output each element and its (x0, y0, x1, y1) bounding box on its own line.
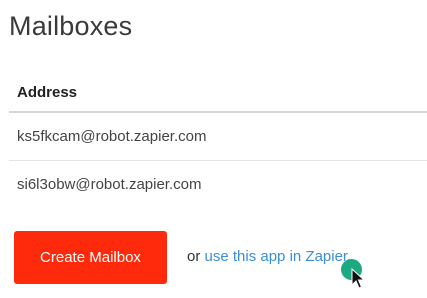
or-text: or (187, 248, 205, 265)
page-title: Mailboxes (9, 11, 133, 41)
create-mailbox-button[interactable]: Create Mailbox (14, 231, 167, 284)
mailbox-table: Address ks5fkcam@robot.zapier.com si6l3o… (9, 71, 427, 209)
mailbox-address: ks5fkcam@robot.zapier.com (17, 128, 207, 145)
use-app-in-zapier-link[interactable]: use this app in Zapier (205, 248, 348, 265)
table-row: ks5fkcam@robot.zapier.com (9, 113, 427, 161)
mailboxes-page: Mailboxes Address ks5fkcam@robot.zapier.… (0, 0, 427, 298)
mouse-pointer-icon (351, 268, 365, 289)
zapier-link-line: or use this app in Zapier. (187, 247, 351, 267)
table-header-address: Address (9, 71, 427, 113)
mailbox-address: si6l3obw@robot.zapier.com (17, 176, 202, 193)
table-row: si6l3obw@robot.zapier.com (9, 161, 427, 209)
